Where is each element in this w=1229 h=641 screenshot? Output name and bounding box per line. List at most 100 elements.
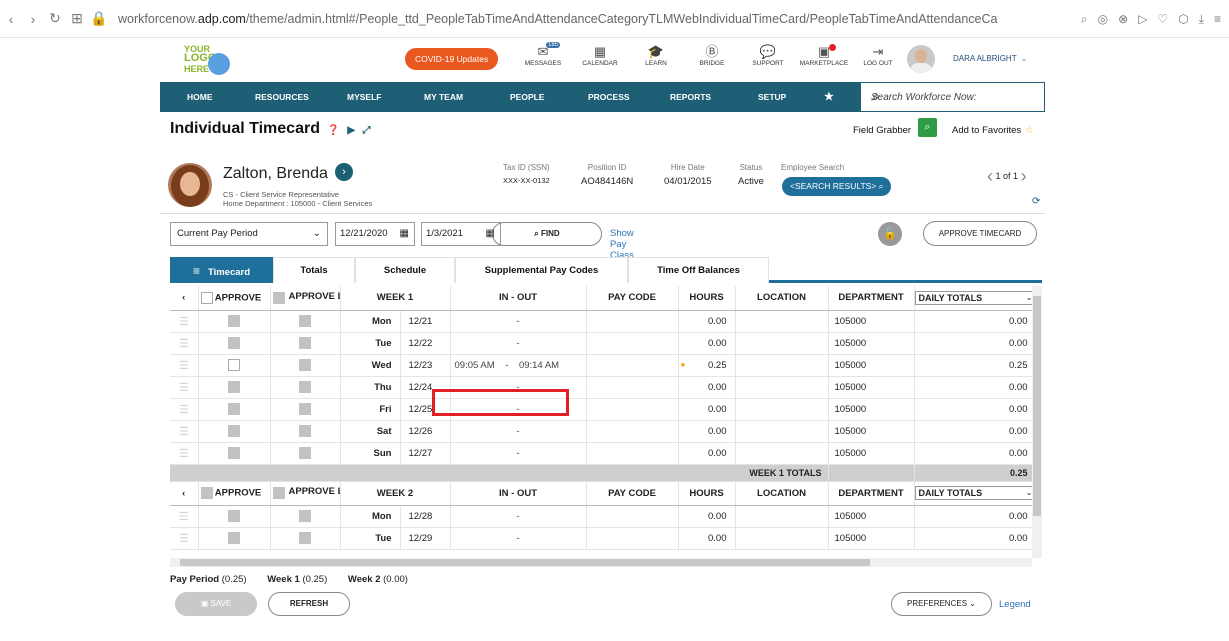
- location-cell[interactable]: [735, 332, 829, 355]
- pay-code-cell[interactable]: [586, 332, 679, 355]
- pay-code-cell[interactable]: [586, 354, 679, 377]
- tab-timecard[interactable]: ≡ Timecard: [170, 257, 273, 283]
- pay-code-cell[interactable]: [586, 442, 679, 465]
- address-bar[interactable]: workforcenow.adp.com/theme/admin.html#/P…: [118, 12, 998, 26]
- select-all-approve-checkbox[interactable]: [200, 291, 213, 304]
- extension-icon[interactable]: ⬡: [1178, 12, 1188, 27]
- location-cell[interactable]: [735, 376, 829, 399]
- location-cell[interactable]: [735, 354, 829, 377]
- pay-period-select[interactable]: Current Pay Period ⌄: [170, 222, 328, 246]
- pay-code-cell[interactable]: [586, 310, 679, 333]
- pay-code-cell[interactable]: [586, 527, 679, 550]
- location-cell[interactable]: [735, 420, 829, 443]
- approve-checkbox[interactable]: [228, 510, 240, 522]
- help-icon[interactable]: ❓: [327, 125, 339, 136]
- tab-totals[interactable]: Totals: [273, 257, 355, 283]
- in-out-cell[interactable]: -: [450, 527, 587, 550]
- location-cell[interactable]: [735, 310, 829, 333]
- approve-checkbox[interactable]: [228, 447, 240, 459]
- approve-checkbox[interactable]: [228, 425, 240, 437]
- approve-checkbox[interactable]: [228, 532, 240, 544]
- in-out-cell[interactable]: -: [450, 505, 587, 528]
- warning-icon[interactable]: ●: [681, 360, 686, 369]
- chevron-left-icon[interactable]: ‹: [170, 286, 199, 311]
- location-cell[interactable]: [735, 398, 829, 421]
- drag-handle-icon[interactable]: ☰: [170, 505, 199, 528]
- pay-code-cell[interactable]: [586, 376, 679, 399]
- daily-totals-select[interactable]: DAILY TOTALS ⌄: [914, 290, 1031, 305]
- approve-checkbox[interactable]: [228, 381, 240, 393]
- download-icon[interactable]: ⤓: [1199, 12, 1204, 27]
- drag-handle-icon[interactable]: ☰: [170, 354, 199, 377]
- drag-handle-icon[interactable]: ☰: [170, 398, 199, 421]
- approve-loan-checkbox[interactable]: [299, 381, 311, 393]
- location-cell[interactable]: [735, 505, 829, 528]
- chevron-left-icon[interactable]: ‹: [987, 166, 993, 186]
- approve-checkbox[interactable]: [228, 359, 240, 371]
- reload-icon[interactable]: ↻: [44, 10, 66, 27]
- save-button[interactable]: ▣ SAVE: [175, 592, 257, 616]
- location-cell[interactable]: [735, 527, 829, 550]
- find-button[interactable]: ⌕ FIND: [492, 222, 602, 246]
- approve-loan-checkbox[interactable]: [299, 532, 311, 544]
- chevron-left-icon[interactable]: ‹: [170, 481, 199, 506]
- heart-icon[interactable]: ♡: [1157, 12, 1168, 27]
- employee-details-arrow-icon[interactable]: ›: [335, 163, 353, 181]
- select-all-loan-checkbox[interactable]: [272, 487, 285, 499]
- field-grabber-label[interactable]: Field Grabber: [853, 125, 911, 136]
- approve-loan-checkbox[interactable]: [299, 403, 311, 415]
- tab-schedule[interactable]: Schedule: [355, 257, 455, 283]
- end-date-input[interactable]: 1/3/2021 ▦: [421, 222, 501, 246]
- tab-time-off-balances[interactable]: Time Off Balances: [628, 257, 769, 283]
- refresh-button[interactable]: REFRESH: [268, 592, 350, 616]
- in-out-cell[interactable]: -: [450, 420, 587, 443]
- refresh-icon[interactable]: ⟳: [1032, 196, 1040, 207]
- approve-loan-checkbox[interactable]: [299, 315, 311, 327]
- vertical-scrollbar[interactable]: [1032, 286, 1042, 558]
- legend-link[interactable]: Legend: [999, 599, 1031, 610]
- select-all-loan-checkbox[interactable]: [272, 291, 285, 304]
- location-cell[interactable]: [735, 442, 829, 465]
- pay-code-cell[interactable]: [586, 420, 679, 443]
- forward-icon[interactable]: ›: [22, 11, 44, 27]
- field-grabber-icon[interactable]: ⌕: [918, 118, 937, 137]
- pay-code-cell[interactable]: [586, 505, 679, 528]
- chevron-right-icon[interactable]: ›: [1021, 166, 1027, 186]
- unlock-icon[interactable]: 🔓: [878, 222, 902, 246]
- screenshot-icon[interactable]: ◎: [1098, 12, 1108, 27]
- play-icon[interactable]: ▷: [1138, 12, 1147, 27]
- video-icon[interactable]: ▶: [347, 125, 355, 136]
- in-out-cell[interactable]: 09:05 AM - 09:14 AM: [450, 354, 587, 377]
- daily-totals-select[interactable]: DAILY TOTALS ⌄: [914, 486, 1031, 500]
- pay-code-cell[interactable]: [586, 398, 679, 421]
- search-results-button[interactable]: <SEARCH RESULTS> ⌕: [782, 177, 892, 196]
- calendar-icon[interactable]: ▦: [400, 223, 409, 245]
- tab-supplemental-pay-codes[interactable]: Supplemental Pay Codes: [455, 257, 628, 283]
- drag-handle-icon[interactable]: ☰: [170, 376, 199, 399]
- approve-loan-checkbox[interactable]: [299, 359, 311, 371]
- approve-timecard-button[interactable]: APPROVE TIMECARD: [923, 221, 1037, 246]
- approve-checkbox[interactable]: [228, 403, 240, 415]
- drag-handle-icon[interactable]: ☰: [170, 332, 199, 355]
- drag-handle-icon[interactable]: ☰: [170, 310, 199, 333]
- shield-icon[interactable]: ⊗: [1118, 12, 1128, 27]
- horizontal-scrollbar[interactable]: [170, 558, 1032, 567]
- expand-icon[interactable]: ⤢: [362, 125, 370, 136]
- menu-icon[interactable]: ≡: [1214, 12, 1221, 27]
- in-out-cell[interactable]: -: [450, 442, 587, 465]
- preferences-button[interactable]: PREFERENCES ⌄: [891, 592, 992, 616]
- select-all-approve-checkbox[interactable]: [200, 487, 213, 499]
- search-icon[interactable]: ⌕: [1081, 12, 1088, 27]
- drag-handle-icon[interactable]: ☰: [170, 442, 199, 465]
- in-out-cell[interactable]: -: [450, 310, 587, 333]
- approve-checkbox[interactable]: [228, 315, 240, 327]
- in-out-cell[interactable]: -: [450, 332, 587, 355]
- drag-handle-icon[interactable]: ☰: [170, 527, 199, 550]
- approve-loan-checkbox[interactable]: [299, 337, 311, 349]
- approve-loan-checkbox[interactable]: [299, 425, 311, 437]
- add-to-favorites[interactable]: Add to Favorites ☆: [952, 125, 1034, 136]
- apps-grid-icon[interactable]: ⊞: [66, 10, 88, 27]
- approve-checkbox[interactable]: [228, 337, 240, 349]
- approve-loan-checkbox[interactable]: [299, 447, 311, 459]
- drag-handle-icon[interactable]: ☰: [170, 420, 199, 443]
